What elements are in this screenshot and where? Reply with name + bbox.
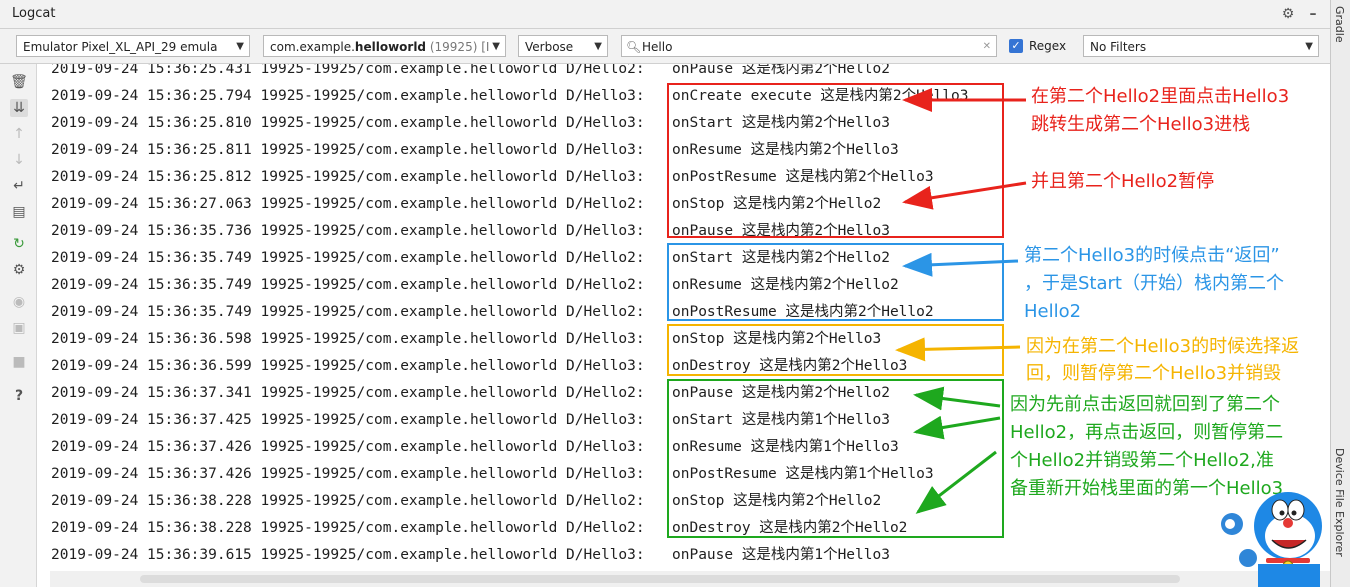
mascot-icon (1221, 492, 1322, 587)
search-icon: 🔍︎ (626, 40, 642, 54)
stop-icon[interactable]: ■ (10, 353, 28, 371)
green-annotation-box (667, 379, 1004, 538)
log-line: 2019-09-24 15:36:25.794 19925-19925/com.… (51, 83, 969, 110)
soft-wrap-icon[interactable]: ↵ (10, 177, 28, 195)
blue-note-line-1: 第二个Hello3的时候点击“返回” (1024, 245, 1280, 266)
log-line-prefix: 2019-09-24 15:36:35.736 19925-19925/com.… (51, 223, 645, 239)
red-note-line-2: 跳转生成第二个Hello3进栈 (1031, 114, 1251, 135)
log-line: 2019-09-24 15:36:38.228 19925-19925/com.… (51, 515, 907, 542)
chevron-down-icon: ▼ (594, 41, 602, 52)
logcat-toolbar: Emulator Pixel_XL_API_29 emula ▼ com.exa… (0, 29, 1330, 64)
log-line-prefix: 2019-09-24 15:36:25.810 19925-19925/com.… (51, 115, 645, 131)
log-line: 2019-09-24 15:36:27.063 19925-19925/com.… (51, 191, 881, 218)
log-line: 2019-09-24 15:36:25.811 19925-19925/com.… (51, 137, 899, 164)
log-line-prefix: 2019-09-24 15:36:35.749 19925-19925/com.… (51, 304, 645, 320)
log-line-prefix: 2019-09-24 15:36:37.341 19925-19925/com.… (51, 385, 645, 401)
log-line: 2019-09-24 15:36:25.812 19925-19925/com.… (51, 164, 934, 191)
log-line-prefix: 2019-09-24 15:36:35.749 19925-19925/com.… (51, 250, 645, 266)
log-line: 2019-09-24 15:36:37.425 19925-19925/com.… (51, 407, 890, 434)
blue-note-line-2: ，于是Start（开始）栈内第二个 (1024, 273, 1284, 294)
screen-record-icon[interactable]: ▣ (10, 319, 28, 337)
settings-icon[interactable]: ⚙ (1279, 5, 1297, 23)
chevron-down-icon: ▼ (236, 41, 244, 52)
orange-note-line-1: 因为在第二个Hello3的时候选择返 (1026, 336, 1300, 357)
search-value: Hello (642, 40, 673, 54)
log-line: 2019-09-24 15:36:37.341 19925-19925/com.… (51, 380, 890, 407)
log-line-prefix: 2019-09-24 15:36:25.811 19925-19925/com.… (51, 142, 645, 158)
package-suffix: (19925) [I (426, 40, 490, 54)
clear-search-icon[interactable]: ✕ (983, 36, 991, 56)
log-line: 2019-09-24 15:36:35.749 19925-19925/com.… (51, 245, 890, 272)
screenshot-icon[interactable]: ◉ (10, 293, 28, 311)
log-line-prefix: 2019-09-24 15:36:35.749 19925-19925/com.… (51, 277, 645, 293)
minimize-icon[interactable]: – (1304, 5, 1322, 23)
log-line-prefix: 2019-09-24 15:36:37.425 19925-19925/com.… (51, 412, 645, 428)
log-line: 2019-09-24 15:36:37.426 19925-19925/com.… (51, 434, 899, 461)
log-line: 2019-09-24 15:36:25.431 19925-19925/com.… (51, 64, 890, 83)
log-line: 2019-09-24 15:36:37.426 19925-19925/com.… (51, 461, 934, 488)
logcat-side-toolbar: 🗑︎ ⇊ ↑ ↓ ↵ ▤ ↻ ⚙ ◉ ▣ ■ ? (0, 64, 37, 587)
scroll-to-end-icon[interactable]: ⇊ (10, 99, 28, 117)
down-icon[interactable]: ↓ (10, 151, 28, 169)
log-line-prefix: 2019-09-24 15:36:25.794 19925-19925/com.… (51, 88, 645, 104)
green-note-line-3: 个Hello2并销毁第二个Hello2,准 (1010, 450, 1274, 471)
log-line-prefix: 2019-09-24 15:36:39.615 19925-19925/com.… (51, 547, 645, 563)
filter-select[interactable]: No Filters ▼ (1083, 35, 1319, 57)
log-line-prefix: 2019-09-24 15:36:36.599 19925-19925/com.… (51, 358, 645, 374)
up-icon[interactable]: ↑ (10, 125, 28, 143)
search-input[interactable]: 🔍︎ Hello ✕ (621, 35, 997, 57)
clear-logcat-icon[interactable]: 🗑︎ (10, 73, 28, 91)
log-line: 2019-09-24 15:36:36.598 19925-19925/com.… (51, 326, 881, 353)
log-level-label: Verbose (525, 40, 574, 54)
red-note-line-1: 在第二个Hello2里面点击Hello3 (1031, 86, 1290, 107)
orange-annotation-box (667, 324, 1004, 376)
log-line: 2019-09-24 15:36:35.749 19925-19925/com.… (51, 272, 899, 299)
log-line: 2019-09-24 15:36:35.736 19925-19925/com.… (51, 218, 890, 245)
log-line: 2019-09-24 15:36:38.228 19925-19925/com.… (51, 488, 881, 515)
log-line-prefix: 2019-09-24 15:36:38.228 19925-19925/com.… (51, 493, 645, 509)
settings-small-icon[interactable]: ⚙ (10, 261, 28, 279)
log-line-prefix: 2019-09-24 15:36:38.228 19925-19925/com.… (51, 520, 645, 536)
regex-checkbox[interactable]: ✓ (1009, 39, 1023, 53)
log-line-prefix: 2019-09-24 15:36:25.812 19925-19925/com.… (51, 169, 645, 185)
device-select[interactable]: Emulator Pixel_XL_API_29 emula ▼ (16, 35, 250, 57)
regex-label: Regex (1029, 39, 1067, 53)
package-name: helloworld (354, 40, 427, 54)
print-icon[interactable]: ▤ (10, 203, 28, 221)
right-tool-strip: Gradle Device File Explorer (1330, 0, 1350, 587)
process-select[interactable]: com.example.helloworld (19925) [I ▼ (263, 35, 506, 57)
log-line-message: onPause 这是栈内第1个Hello3 (672, 547, 890, 563)
scrollbar-thumb[interactable] (140, 575, 1180, 583)
horizontal-scrollbar[interactable] (50, 571, 1330, 587)
blue-annotation-box (667, 243, 1004, 321)
green-note-line-1: 因为先前点击返回就回到了第二个 (1010, 394, 1280, 415)
log-level-select[interactable]: Verbose ▼ (518, 35, 608, 57)
help-icon[interactable]: ? (10, 387, 28, 405)
chevron-down-icon: ▼ (1305, 41, 1313, 52)
red-annotation-box (667, 83, 1004, 238)
green-note-line-2: Hello2，再点击返回，则暂停第二 (1010, 422, 1284, 443)
blue-note-line-3: Hello2 (1024, 301, 1082, 322)
window-title: Logcat (12, 6, 56, 21)
log-line-prefix: 2019-09-24 15:36:27.063 19925-19925/com.… (51, 196, 645, 212)
device-label: Emulator Pixel_XL_API_29 emula (23, 40, 218, 54)
log-line: 2019-09-24 15:36:39.615 19925-19925/com.… (51, 542, 890, 569)
orange-note-line-2: 回，则暂停第二个Hello3并销毁 (1026, 363, 1282, 384)
log-line-prefix: 2019-09-24 15:36:37.426 19925-19925/com.… (51, 466, 645, 482)
chevron-down-icon: ▼ (492, 41, 500, 52)
log-line-prefix: 2019-09-24 15:36:25.431 19925-19925/com.… (51, 64, 645, 77)
filter-label: No Filters (1090, 40, 1147, 54)
restart-icon[interactable]: ↻ (10, 235, 28, 253)
title-bar: Logcat ⚙ – (0, 0, 1330, 29)
gradle-tab[interactable]: Gradle (1333, 6, 1346, 43)
log-line-message: onPause 这是栈内第2个Hello2 (672, 64, 890, 77)
device-file-explorer-tab[interactable]: Device File Explorer (1333, 448, 1346, 557)
log-line-prefix: 2019-09-24 15:36:37.426 19925-19925/com.… (51, 439, 645, 455)
package-prefix: com.example. (270, 40, 355, 54)
log-line: 2019-09-24 15:36:35.749 19925-19925/com.… (51, 299, 934, 326)
log-line: 2019-09-24 15:36:25.810 19925-19925/com.… (51, 110, 890, 137)
log-line-prefix: 2019-09-24 15:36:36.598 19925-19925/com.… (51, 331, 645, 347)
log-line: 2019-09-24 15:36:36.599 19925-19925/com.… (51, 353, 907, 380)
red-note-line-3: 并且第二个Hello2暂停 (1031, 171, 1215, 192)
